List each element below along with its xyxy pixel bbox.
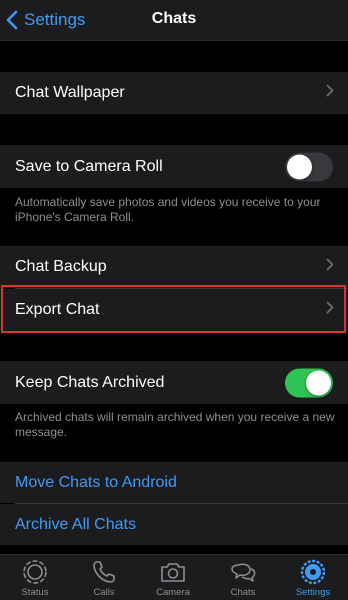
tab-label: Camera: [156, 587, 190, 598]
toggle-knob: [287, 154, 312, 179]
camera-icon: [159, 559, 187, 585]
save-to-camera-roll-label: Save to Camera Roll: [15, 157, 163, 175]
tab-label: Settings: [295, 587, 331, 598]
chevron-right-icon: [326, 258, 334, 276]
chat-backup-row[interactable]: Chat Backup: [0, 246, 348, 288]
save-to-camera-roll-toggle[interactable]: [285, 152, 333, 181]
gear-icon: [300, 559, 326, 585]
tab-bar: Status Calls Camera Chats Settings: [0, 554, 348, 600]
tab-label: Calls: [93, 587, 115, 598]
keep-chats-archived-note: Archived chats will remain archived when…: [15, 410, 335, 439]
save-to-camera-roll-row: Save to Camera Roll: [0, 145, 348, 188]
toggle-knob: [306, 370, 331, 395]
keep-chats-archived-label: Keep Chats Archived: [15, 373, 165, 391]
chat-wallpaper-row[interactable]: Chat Wallpaper: [0, 72, 348, 114]
keep-chats-archived-toggle[interactable]: [285, 368, 333, 397]
page-title: Chats: [151, 10, 197, 27]
chevron-right-icon: [326, 84, 334, 102]
keep-chats-archived-row: Keep Chats Archived: [0, 361, 348, 404]
navigation-bar: Settings Chats: [0, 0, 348, 41]
chat-backup-label: Chat Backup: [15, 258, 107, 275]
save-to-camera-roll-note: Automatically save photos and videos you…: [15, 195, 321, 224]
move-chats-to-android-row[interactable]: Move Chats to Android: [0, 462, 348, 503]
tab-label: Status: [21, 587, 49, 598]
archive-all-chats-label: Archive All Chats: [15, 515, 136, 533]
chat-bubbles-icon: [229, 559, 257, 585]
move-chats-to-android-label: Move Chats to Android: [15, 473, 177, 491]
chat-wallpaper-label: Chat Wallpaper: [15, 84, 125, 101]
tab-camera[interactable]: Camera: [143, 559, 203, 600]
status-icon: [22, 559, 48, 585]
export-chat-row[interactable]: Export Chat: [0, 289, 348, 331]
export-chat-label: Export Chat: [15, 301, 100, 318]
tab-settings[interactable]: Settings: [283, 559, 343, 600]
tab-calls[interactable]: Calls: [74, 559, 134, 600]
tab-status[interactable]: Status: [5, 559, 65, 600]
phone-icon: [91, 559, 117, 585]
tab-label: Chats: [230, 587, 256, 598]
chevron-right-icon: [326, 301, 334, 319]
archive-all-chats-row[interactable]: Archive All Chats: [0, 504, 348, 545]
tab-chats[interactable]: Chats: [213, 559, 273, 600]
